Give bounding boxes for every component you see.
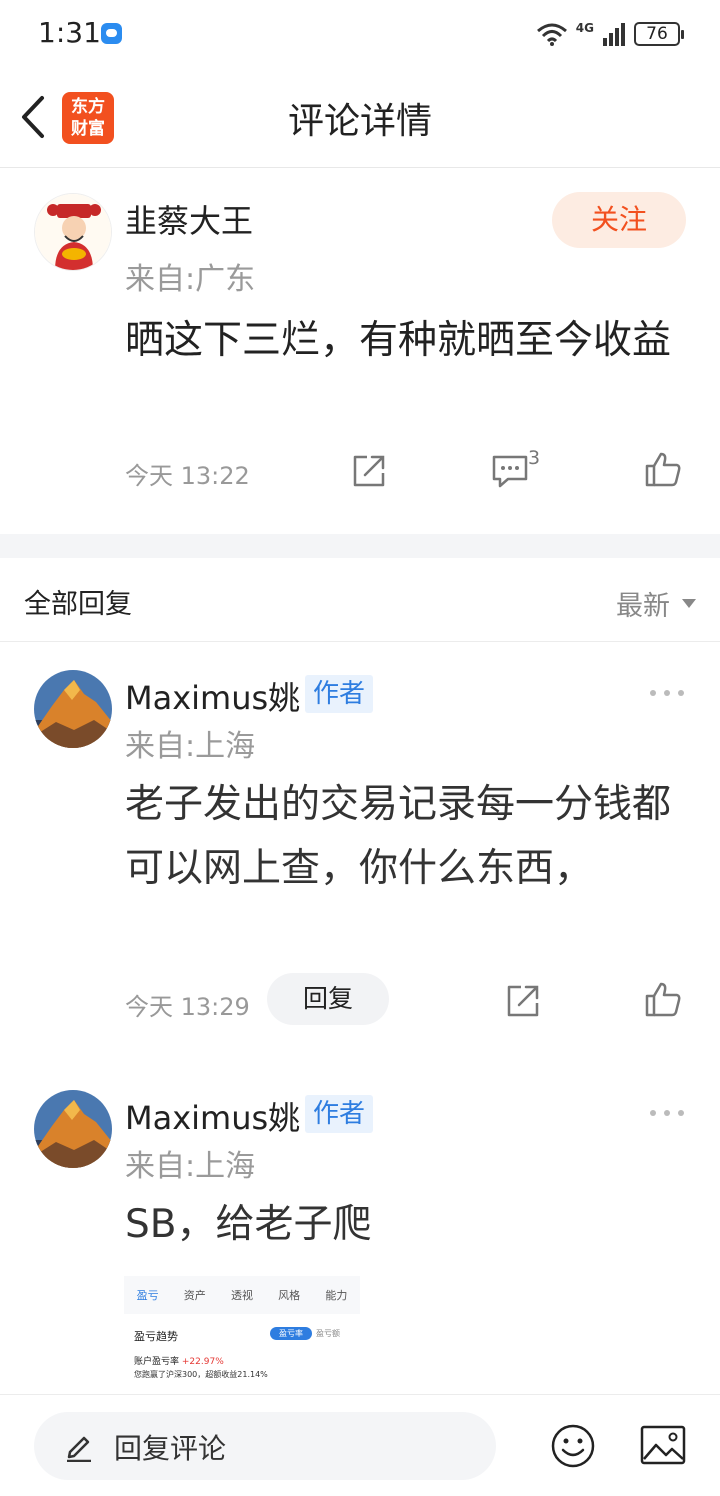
emoji-icon[interactable]	[550, 1423, 596, 1469]
more-options-icon[interactable]	[650, 688, 684, 698]
image-tab: 盈亏	[136, 1289, 159, 1302]
bottom-bar: 回复评论	[0, 1394, 720, 1496]
avatar-image	[35, 194, 111, 270]
user-name[interactable]: Maximus姚	[125, 1093, 300, 1139]
follow-button[interactable]: 关注	[552, 192, 686, 248]
network-label: 4G	[575, 21, 594, 35]
battery-icon: 76	[634, 22, 684, 46]
image-rate-value: +22.97%	[181, 1357, 224, 1367]
status-time: 1:31	[38, 16, 101, 49]
author-badge: 作者	[305, 1095, 374, 1133]
image-rate-row: 账户盈亏率 +22.97%	[134, 1354, 224, 1367]
avatar[interactable]	[34, 193, 112, 271]
avatar-image	[34, 670, 112, 748]
share-icon[interactable]	[503, 981, 543, 1021]
avatar-image	[34, 1090, 112, 1168]
reply-text: 老子发出的交易记录每一分钱都可以网上查，你什么东西，	[125, 782, 672, 891]
status-indicators: 4G 76	[536, 18, 684, 50]
reply-image[interactable]: 盈亏 资产 透视 风格 能力 盈亏趋势 盈亏率 盈亏额 账户盈亏率 +22.97…	[124, 1276, 360, 1394]
reply-item: Maximus姚 作者 来自:上海 SB，给老子爬	[0, 1063, 720, 1394]
image-tab: 风格	[278, 1289, 301, 1302]
reply-button[interactable]: 回复	[267, 973, 389, 1025]
avatar[interactable]	[34, 1090, 112, 1168]
reply-item: Maximus姚 作者 来自:上海 老子发出的交易记录每一分钱都可以网上查，你什…	[0, 643, 720, 1063]
reply-time: 今天 13:29	[125, 993, 250, 1021]
image-trend-label: 盈亏趋势	[134, 1330, 178, 1343]
image-pill-inactive: 盈亏额	[316, 1329, 340, 1338]
more-options-icon[interactable]	[650, 1108, 684, 1118]
author-badge: 作者	[305, 675, 374, 713]
main-comment: 韭蔡大王 来自:广东 关注 晒这下三烂，有种就晒至今收益 今天 13:22 3	[0, 168, 720, 534]
user-location: 来自:广东	[125, 262, 256, 297]
caret-down-icon	[682, 599, 696, 608]
status-bar: 1:31 4G 76	[0, 0, 720, 70]
reply-count: 3	[528, 447, 541, 469]
like-icon[interactable]	[643, 980, 683, 1020]
replies-title: 全部回复	[24, 589, 132, 620]
signal-icon	[603, 23, 625, 46]
wifi-icon	[536, 23, 567, 46]
image-tabs: 盈亏 资产 透视 风格 能力	[124, 1276, 360, 1314]
sort-dropdown[interactable]: 最新	[616, 584, 696, 623]
image-tab: 透视	[230, 1289, 253, 1302]
avatar[interactable]	[34, 670, 112, 748]
pencil-icon	[67, 1436, 91, 1462]
user-name[interactable]: 韭蔡大王	[125, 196, 253, 242]
user-location: 来自:上海	[125, 729, 256, 764]
header: 东方 财富 评论详情	[0, 70, 720, 168]
image-tab: 资产	[183, 1289, 206, 1302]
section-divider	[0, 534, 720, 558]
image-pill-active: 盈亏率	[270, 1327, 312, 1340]
image-icon[interactable]	[640, 1425, 686, 1465]
replies-header: 全部回复 最新	[0, 558, 720, 642]
chat-notification-icon	[101, 23, 122, 44]
comment-text: 晒这下三烂，有种就晒至今收益	[125, 318, 672, 363]
comment-icon[interactable]	[490, 451, 530, 491]
image-tab: 能力	[325, 1289, 348, 1302]
image-summary: 您跑赢了沪深300，超额收益21.14%	[134, 1370, 268, 1379]
comment-time: 今天 13:22	[125, 462, 250, 490]
user-name[interactable]: Maximus姚	[125, 673, 300, 719]
user-location: 来自:上海	[125, 1149, 256, 1184]
share-icon[interactable]	[349, 451, 389, 491]
image-rate-label: 账户盈亏率	[134, 1357, 180, 1367]
reply-text: SB，给老子爬	[125, 1202, 372, 1247]
reply-input-placeholder: 回复评论	[114, 1432, 227, 1465]
reply-input[interactable]: 回复评论	[34, 1412, 496, 1480]
like-icon[interactable]	[643, 450, 683, 490]
sort-label: 最新	[616, 591, 670, 622]
page-title: 评论详情	[287, 101, 432, 142]
